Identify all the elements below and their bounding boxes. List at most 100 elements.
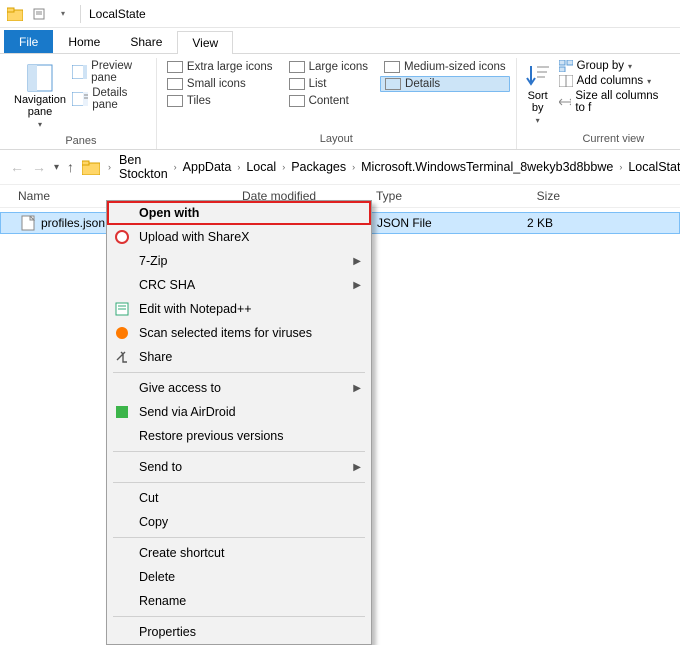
crumb-5[interactable]: LocalState [628, 160, 680, 174]
crumb-0[interactable]: Ben Stockton [119, 153, 168, 181]
menu-send-to[interactable]: Send to▶ [107, 455, 371, 479]
ribbon: Navigation pane ▾ Preview pane Details p… [0, 54, 680, 150]
chevron-right-icon[interactable]: › [619, 162, 622, 172]
size-columns-icon [559, 96, 572, 108]
airdroid-icon [113, 403, 131, 421]
tab-view[interactable]: View [177, 31, 233, 54]
ribbon-tabs: File Home Share View [0, 28, 680, 54]
group-by-icon [559, 60, 573, 72]
sort-by-label: Sort by [528, 90, 548, 114]
details-pane-icon [72, 92, 88, 106]
crumb-1[interactable]: AppData [183, 160, 232, 174]
ribbon-group-layout: Extra large icons Large icons Medium-siz… [157, 58, 517, 149]
chevron-down-icon: ▾ [536, 116, 540, 125]
tab-file[interactable]: File [4, 30, 53, 53]
context-menu: Open with Upload with ShareX 7-Zip▶ CRC … [106, 200, 372, 645]
chevron-right-icon[interactable]: › [174, 162, 177, 172]
menu-separator [113, 537, 365, 538]
menu-7zip[interactable]: 7-Zip▶ [107, 249, 371, 273]
menu-restore-versions[interactable]: Restore previous versions [107, 424, 371, 448]
layout-extra-large[interactable]: Extra large icons [163, 60, 277, 74]
menu-cut[interactable]: Cut [107, 486, 371, 510]
menu-separator [113, 372, 365, 373]
menu-separator [113, 451, 365, 452]
menu-copy[interactable]: Copy [107, 510, 371, 534]
menu-airdroid[interactable]: Send via AirDroid [107, 400, 371, 424]
layout-content[interactable]: Content [285, 94, 372, 108]
ribbon-sort: Sort by ▾ [517, 58, 553, 149]
layout-large[interactable]: Large icons [285, 60, 372, 74]
notepadpp-icon [113, 300, 131, 318]
sharex-icon [113, 228, 131, 246]
properties-icon[interactable] [30, 5, 48, 23]
crumb-4[interactable]: Microsoft.WindowsTerminal_8wekyb3d8bbwe [361, 160, 613, 174]
crumb-2[interactable]: Local [246, 160, 276, 174]
layout-options: Extra large icons Large icons Medium-siz… [163, 60, 510, 108]
ribbon-group-current-view-label: Current view [582, 131, 644, 147]
window-title: LocalState [89, 7, 146, 21]
menu-separator [113, 482, 365, 483]
menu-properties[interactable]: Properties [107, 620, 371, 644]
menu-notepadpp[interactable]: Edit with Notepad++ [107, 297, 371, 321]
folder-icon [6, 5, 24, 23]
details-pane-toggle[interactable]: Details pane [72, 87, 150, 111]
col-header-size[interactable]: Size [476, 189, 576, 203]
nav-forward-button[interactable]: → [32, 155, 46, 179]
ribbon-group-panes: Navigation pane ▾ Preview pane Details p… [6, 58, 157, 149]
menu-rename[interactable]: Rename [107, 589, 371, 613]
layout-list[interactable]: List [285, 76, 372, 92]
qat-dropdown-icon[interactable]: ▾ [54, 5, 72, 23]
size-all-columns-button[interactable]: Size all columns to f [559, 90, 668, 114]
layout-medium[interactable]: Medium-sized icons [380, 60, 510, 74]
chevron-down-icon: ▾ [628, 62, 632, 71]
sort-by-button[interactable]: Sort by ▾ [523, 60, 553, 127]
ribbon-group-panes-label: Panes [65, 133, 96, 149]
chevron-right-icon[interactable]: › [237, 162, 240, 172]
nav-up-button[interactable]: ↑ [67, 155, 74, 179]
layout-tiles[interactable]: Tiles [163, 94, 277, 108]
preview-pane-toggle[interactable]: Preview pane [72, 60, 150, 84]
chevron-down-icon: ▾ [38, 120, 42, 129]
submenu-arrow-icon: ▶ [353, 280, 361, 291]
navigation-pane-icon [27, 64, 53, 92]
chevron-right-icon[interactable]: › [108, 162, 111, 172]
menu-share[interactable]: Share [107, 345, 371, 369]
submenu-arrow-icon: ▶ [353, 383, 361, 394]
navigation-pane-label: Navigation pane [14, 94, 66, 118]
file-size: 2 KB [477, 216, 577, 230]
chevron-right-icon[interactable]: › [352, 162, 355, 172]
chevron-right-icon[interactable]: › [282, 162, 285, 172]
layout-small[interactable]: Small icons [163, 76, 277, 92]
menu-give-access[interactable]: Give access to▶ [107, 376, 371, 400]
sort-icon [525, 62, 551, 88]
submenu-arrow-icon: ▶ [353, 256, 361, 267]
col-header-type[interactable]: Type [376, 189, 476, 203]
group-by-button[interactable]: Group by ▾ [559, 60, 668, 72]
add-columns-button[interactable]: Add columns ▾ [559, 75, 668, 87]
layout-details[interactable]: Details [380, 76, 510, 92]
menu-scan-viruses[interactable]: Scan selected items for viruses [107, 321, 371, 345]
menu-upload-sharex[interactable]: Upload with ShareX [107, 225, 371, 249]
file-icon [21, 215, 35, 231]
submenu-arrow-icon: ▶ [353, 462, 361, 473]
navigation-pane-button[interactable]: Navigation pane ▾ [12, 60, 68, 133]
ribbon-group-current-view: Group by ▾ Add columns ▾ Size all column… [553, 58, 674, 149]
menu-crc-sha[interactable]: CRC SHA▶ [107, 273, 371, 297]
tab-home[interactable]: Home [53, 30, 115, 53]
share-icon [113, 348, 131, 366]
chevron-down-icon: ▾ [647, 77, 651, 86]
menu-open-with[interactable]: Open with [107, 201, 371, 225]
nav-back-button[interactable]: ← [10, 155, 24, 179]
breadcrumb: Ben Stockton› AppData› Local› Packages› … [119, 153, 680, 181]
nav-recent-dropdown[interactable]: ▾ [54, 155, 59, 179]
add-columns-icon [559, 75, 573, 87]
preview-pane-icon [72, 65, 87, 79]
crumb-3[interactable]: Packages [291, 160, 346, 174]
menu-separator [113, 616, 365, 617]
menu-delete[interactable]: Delete [107, 565, 371, 589]
menu-create-shortcut[interactable]: Create shortcut [107, 541, 371, 565]
folder-icon [82, 160, 100, 175]
tab-share[interactable]: Share [115, 30, 177, 53]
address-bar-row: ← → ▾ ↑ › Ben Stockton› AppData› Local› … [0, 150, 680, 184]
avast-icon [113, 324, 131, 342]
